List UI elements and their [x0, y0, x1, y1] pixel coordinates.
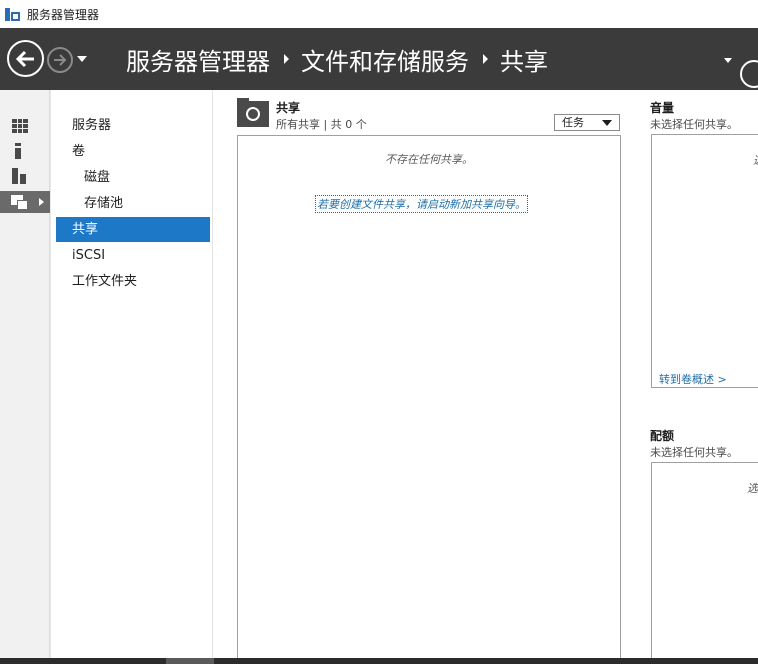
- file-storage-icon: [11, 194, 29, 210]
- shares-subtitle: 所有共享 | 共 0 个: [276, 118, 367, 131]
- breadcrumb-item-file-storage[interactable]: 文件和存储服务: [301, 42, 469, 77]
- title-bar: 服务器管理器: [0, 0, 758, 28]
- quota-subtitle: 未选择任何共享。: [650, 446, 738, 459]
- local-server-icon: [15, 143, 21, 159]
- rail-item-file-storage[interactable]: [0, 191, 50, 213]
- sidebar-item-volumes[interactable]: 卷: [56, 139, 210, 164]
- rail-item-all-servers[interactable]: [0, 165, 50, 187]
- breadcrumb: 服务器管理器 文件和存储服务 共享: [126, 42, 548, 76]
- shares-title: 共享: [276, 101, 301, 115]
- header-bar: 服务器管理器 文件和存储服务 共享: [0, 28, 758, 90]
- sidebar-item-servers[interactable]: 服务器: [56, 113, 210, 138]
- volume-placeholder: 选: [753, 152, 758, 168]
- chevron-right-icon: [483, 54, 488, 64]
- dashboard-icon: [12, 119, 28, 133]
- forward-arrow-icon[interactable]: [47, 47, 73, 73]
- new-share-wizard-link[interactable]: 若要创建文件共享，请启动新加共享向导。: [315, 195, 528, 213]
- tasks-label: 任务: [562, 116, 584, 129]
- expand-arrow-icon: [39, 198, 44, 206]
- rail-item-dashboard[interactable]: [0, 115, 50, 137]
- volume-subtitle: 未选择任何共享。: [650, 118, 738, 131]
- breadcrumb-item-server-manager[interactable]: 服务器管理器: [126, 42, 270, 77]
- volume-title: 音量: [650, 101, 675, 115]
- tasks-dropdown[interactable]: 任务: [554, 114, 620, 131]
- refresh-icon[interactable]: [740, 60, 758, 88]
- quota-title: 配额: [650, 429, 675, 443]
- go-to-volumes-link[interactable]: 转到卷概述 >: [659, 371, 727, 387]
- sidebar-item-storage-pools[interactable]: 存储池: [56, 191, 210, 216]
- empty-message: 不存在任何共享。: [385, 153, 473, 166]
- quota-placeholder: 选: [747, 482, 758, 495]
- server-manager-icon: [5, 6, 21, 22]
- back-arrow-icon[interactable]: [7, 40, 44, 77]
- bottom-scroll-bar[interactable]: [0, 658, 758, 664]
- sidebar-item-disks[interactable]: 磁盘: [56, 165, 210, 190]
- header-dropdown-icon[interactable]: [724, 58, 732, 63]
- all-servers-icon: [12, 168, 28, 184]
- window-title: 服务器管理器: [27, 7, 100, 22]
- icon-rail: [0, 90, 50, 664]
- breadcrumb-item-shares: 共享: [500, 47, 548, 76]
- quota-panel: 选: [651, 462, 758, 664]
- shares-list[interactable]: 不存在任何共享。 若要创建文件共享，请启动新加共享向导。: [237, 135, 621, 664]
- chevron-right-icon: [284, 54, 289, 64]
- scroll-thumb[interactable]: [166, 658, 214, 664]
- chevron-down-icon: [602, 120, 612, 126]
- sidebar: 服务器 卷 磁盘 存储池 共享 iSCSI 工作文件夹: [51, 90, 213, 664]
- volume-panel: 选: [651, 134, 758, 388]
- sidebar-item-iscsi[interactable]: iSCSI: [56, 243, 210, 268]
- sidebar-item-shares[interactable]: 共享: [56, 217, 210, 242]
- sidebar-item-work-folders[interactable]: 工作文件夹: [56, 269, 210, 294]
- rail-item-local-server[interactable]: [0, 140, 50, 162]
- history-dropdown-icon[interactable]: [77, 56, 87, 62]
- shares-folder-icon: [237, 98, 269, 127]
